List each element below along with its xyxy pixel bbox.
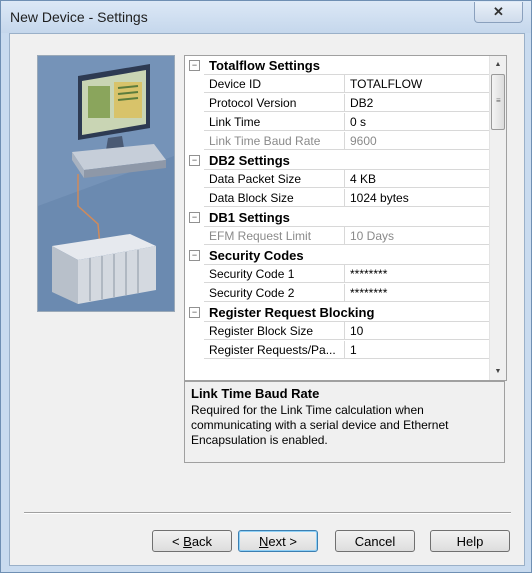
next-button-mnemonic: N bbox=[259, 534, 269, 549]
description-title: Link Time Baud Rate bbox=[191, 386, 320, 401]
collapse-icon[interactable]: − bbox=[189, 307, 200, 318]
row-gutter: − bbox=[185, 151, 204, 170]
property-row[interactable]: Device ID TOTALFLOW bbox=[185, 75, 489, 94]
property-name: Protocol Version bbox=[204, 94, 345, 112]
row-gutter: − bbox=[185, 303, 204, 322]
property-row[interactable]: EFM Request Limit 10 Days bbox=[185, 227, 489, 246]
collapse-icon[interactable]: − bbox=[189, 212, 200, 223]
property-name: Security Code 1 bbox=[204, 265, 345, 283]
help-button[interactable]: Help bbox=[430, 530, 510, 552]
property-row[interactable]: Protocol Version DB2 bbox=[185, 94, 489, 113]
property-row[interactable]: Link Time 0 s bbox=[185, 113, 489, 132]
description-body: Required for the Link Time calculation w… bbox=[191, 403, 449, 447]
row-gutter bbox=[185, 132, 204, 151]
category-label: Totalflow Settings bbox=[209, 58, 320, 73]
property-name: Register Block Size bbox=[204, 322, 345, 340]
category-label: DB1 Settings bbox=[209, 210, 290, 225]
row-gutter bbox=[185, 322, 204, 341]
back-button[interactable]: < Back bbox=[152, 530, 232, 552]
property-value[interactable]: 9600 bbox=[345, 132, 489, 150]
row-gutter bbox=[185, 265, 204, 284]
window-title: New Device - Settings bbox=[10, 9, 148, 25]
category-row[interactable]: − Totalflow Settings bbox=[185, 56, 489, 75]
property-name: Data Packet Size bbox=[204, 170, 345, 188]
help-button-label: Help bbox=[456, 534, 484, 549]
row-gutter: − bbox=[185, 208, 204, 227]
back-button-mnemonic: B bbox=[183, 534, 192, 549]
collapse-icon[interactable]: − bbox=[189, 155, 200, 166]
category-row[interactable]: − Security Codes bbox=[185, 246, 489, 265]
property-name: Device ID bbox=[204, 75, 345, 93]
scroll-down-arrow-icon[interactable]: ▼ bbox=[490, 363, 506, 380]
row-gutter: − bbox=[185, 246, 204, 265]
property-grid-rows: − Totalflow Settings Device ID TOTALFLOW Pro… bbox=[185, 56, 489, 380]
property-name: Link Time bbox=[204, 113, 345, 131]
dialog-client-area: − Totalflow Settings Device ID TOTALFLOW Pro… bbox=[9, 33, 525, 566]
property-name: Link Time Baud Rate bbox=[204, 132, 345, 150]
grip-icon: ≡ bbox=[496, 96, 501, 105]
category-label: Security Codes bbox=[209, 248, 304, 263]
close-button[interactable]: ✕ bbox=[474, 2, 523, 23]
category-row[interactable]: − DB1 Settings bbox=[185, 208, 489, 227]
category-row[interactable]: − Register Request Blocking bbox=[185, 303, 489, 322]
next-button-label: ext > bbox=[268, 534, 297, 549]
scrollbar-thumb[interactable]: ≡ bbox=[491, 74, 505, 130]
row-gutter bbox=[185, 170, 204, 189]
property-row[interactable]: Security Code 1 ******** bbox=[185, 265, 489, 284]
row-gutter bbox=[185, 227, 204, 246]
property-row[interactable]: Security Code 2 ******** bbox=[185, 284, 489, 303]
property-value[interactable]: 0 s bbox=[345, 113, 489, 131]
property-row[interactable]: Data Block Size 1024 bytes bbox=[185, 189, 489, 208]
scroll-up-arrow-icon[interactable]: ▲ bbox=[490, 56, 506, 73]
description-panel: Link Time Baud Rate Required for the Lin… bbox=[184, 381, 505, 463]
property-value[interactable]: 10 bbox=[345, 322, 489, 340]
property-value[interactable]: ******** bbox=[345, 265, 489, 283]
row-gutter bbox=[185, 284, 204, 303]
row-gutter bbox=[185, 75, 204, 94]
back-button-label: ack bbox=[191, 534, 213, 549]
cancel-button[interactable]: Cancel bbox=[335, 530, 415, 552]
property-value[interactable]: 1 bbox=[345, 341, 489, 359]
collapse-icon[interactable]: − bbox=[189, 250, 200, 261]
button-separator bbox=[24, 512, 511, 514]
property-grid: − Totalflow Settings Device ID TOTALFLOW Pro… bbox=[184, 55, 507, 381]
title-bar: New Device - Settings ✕ bbox=[1, 1, 531, 33]
property-name: Register Requests/Pa... bbox=[204, 341, 345, 359]
property-value[interactable]: DB2 bbox=[345, 94, 489, 112]
property-row[interactable]: Register Block Size 10 bbox=[185, 322, 489, 341]
computer-and-device-icon bbox=[38, 56, 174, 311]
device-illustration bbox=[37, 55, 175, 312]
property-name: EFM Request Limit bbox=[204, 227, 345, 245]
property-value[interactable]: 10 Days bbox=[345, 227, 489, 245]
property-grid-scrollbar[interactable]: ▲ ≡ ▼ bbox=[489, 56, 506, 380]
row-gutter bbox=[185, 113, 204, 132]
property-row[interactable]: Data Packet Size 4 KB bbox=[185, 170, 489, 189]
collapse-icon[interactable]: − bbox=[189, 60, 200, 71]
row-gutter bbox=[185, 189, 204, 208]
property-name: Security Code 2 bbox=[204, 284, 345, 302]
category-row[interactable]: − DB2 Settings bbox=[185, 151, 489, 170]
row-gutter bbox=[185, 341, 204, 360]
property-value[interactable]: ******** bbox=[345, 284, 489, 302]
back-button-prefix: < bbox=[171, 534, 184, 549]
property-row[interactable]: Link Time Baud Rate 9600 bbox=[185, 132, 489, 151]
property-value[interactable]: TOTALFLOW bbox=[345, 75, 489, 93]
close-icon: ✕ bbox=[493, 4, 504, 19]
category-label: Register Request Blocking bbox=[209, 305, 375, 320]
category-label: DB2 Settings bbox=[209, 153, 290, 168]
next-button[interactable]: Next > bbox=[238, 530, 318, 552]
property-value[interactable]: 4 KB bbox=[345, 170, 489, 188]
property-value[interactable]: 1024 bytes bbox=[345, 189, 489, 207]
property-name: Data Block Size bbox=[204, 189, 345, 207]
row-gutter bbox=[185, 94, 204, 113]
row-gutter: − bbox=[185, 56, 204, 75]
property-row[interactable]: Register Requests/Pa... 1 bbox=[185, 341, 489, 360]
settings-dialog: New Device - Settings ✕ − Totalflow Sett… bbox=[0, 0, 532, 573]
cancel-button-label: Cancel bbox=[354, 534, 396, 549]
